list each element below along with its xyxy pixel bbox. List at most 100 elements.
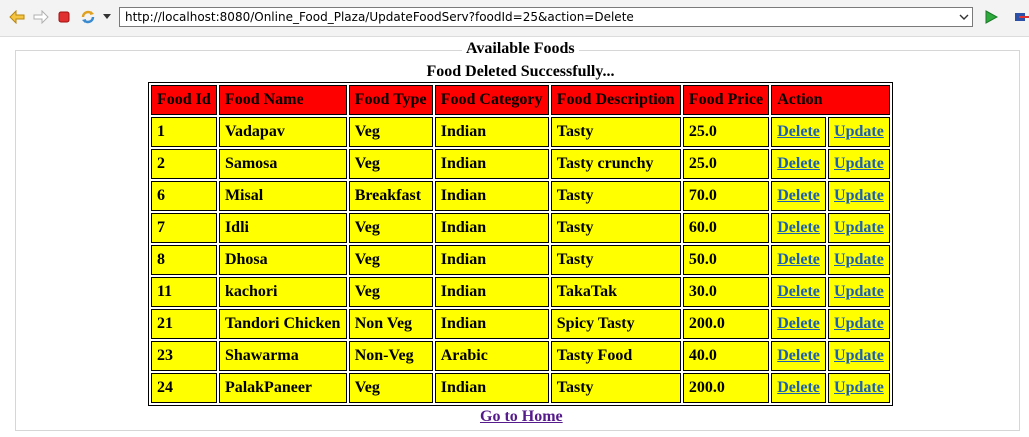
cell-food-price: 25.0 <box>682 117 770 147</box>
update-link[interactable]: Update <box>834 283 884 300</box>
cell-food-price: 200.0 <box>682 309 770 339</box>
cell-food-type: Veg <box>348 373 433 403</box>
cell-food-description: Tasty <box>550 213 681 243</box>
header-food-price: Food Price <box>682 85 770 115</box>
cell-action: Delete <box>771 245 827 275</box>
cell-food-id: 23 <box>151 341 217 371</box>
forward-arrow-icon[interactable] <box>33 9 49 25</box>
table-row: 21 Tandori Chicken Non Veg Indian Spicy Tast… <box>151 309 890 339</box>
cell-food-description: Tasty Food <box>550 341 681 371</box>
cell-action: Delete <box>771 213 827 243</box>
url-dropdown-icon[interactable] <box>955 8 972 26</box>
cell-action: Delete <box>771 373 827 403</box>
cell-food-id: 8 <box>151 245 217 275</box>
delete-link[interactable]: Delete <box>777 155 820 172</box>
table-row: 24 PalakPaneer Veg Indian Tasty 200.0 Delete Up… <box>151 373 890 403</box>
cell-food-category: Indian <box>434 181 549 211</box>
cell-food-name: Dhosa <box>218 245 347 275</box>
cell-food-price: 200.0 <box>682 373 770 403</box>
cell-food-id: 24 <box>151 373 217 403</box>
cell-food-id: 1 <box>151 117 217 147</box>
table-row: 7 Idli Veg Indian Tasty 60.0 Delete Update <box>151 213 890 243</box>
header-action: Action <box>771 85 890 115</box>
header-food-type: Food Type <box>348 85 433 115</box>
cell-food-type: Veg <box>348 117 433 147</box>
url-text: http://localhost:8080/Online_Food_Plaza/… <box>125 10 634 24</box>
cell-food-category: Indian <box>434 373 549 403</box>
cell-food-price: 70.0 <box>682 181 770 211</box>
update-link[interactable]: Update <box>834 347 884 364</box>
cell-food-name: PalakPaneer <box>218 373 347 403</box>
header-food-id: Food Id <box>151 85 217 115</box>
cell-food-category: Indian <box>434 149 549 179</box>
table-row: 6 Misal Breakfast Indian Tasty 70.0 Delete Upda… <box>151 181 890 211</box>
browser-toolbar: http://localhost:8080/Online_Food_Plaza/… <box>0 0 1029 37</box>
table-row: 11 kachori Veg Indian TakaTak 30.0 Delete Updat… <box>151 277 890 307</box>
stop-icon[interactable] <box>56 9 72 25</box>
page-title: Available Foods <box>462 40 579 58</box>
cell-food-name: Samosa <box>218 149 347 179</box>
cell-action: Update <box>828 213 890 243</box>
cell-food-type: Breakfast <box>348 181 433 211</box>
table-row: 8 Dhosa Veg Indian Tasty 50.0 Delete Update <box>151 245 890 275</box>
cell-food-id: 7 <box>151 213 217 243</box>
cell-food-category: Indian <box>434 245 549 275</box>
update-link[interactable]: Update <box>834 315 884 332</box>
cell-food-description: Spicy Tasty <box>550 309 681 339</box>
status-message: Food Deleted Successfully... <box>426 63 615 80</box>
table-row: 1 Vadapav Veg Indian Tasty 25.0 Delete Update <box>151 117 890 147</box>
cell-food-description: Tasty crunchy <box>550 149 681 179</box>
update-link[interactable]: Update <box>834 123 884 140</box>
update-link[interactable]: Update <box>834 187 884 204</box>
delete-link[interactable]: Delete <box>777 219 820 236</box>
cell-action: Delete <box>771 117 827 147</box>
cell-action: Delete <box>771 341 827 371</box>
dropdown-icon[interactable] <box>99 9 115 25</box>
update-link[interactable]: Update <box>834 379 884 396</box>
update-link[interactable]: Update <box>834 219 884 236</box>
cell-food-price: 25.0 <box>682 149 770 179</box>
back-arrow-icon[interactable] <box>9 9 25 25</box>
delete-link[interactable]: Delete <box>777 187 820 204</box>
cell-action: Update <box>828 309 890 339</box>
refresh-icon[interactable] <box>80 9 96 25</box>
page-content: Available Foods Food Deleted Successfull… <box>0 36 1029 437</box>
cell-action: Delete <box>771 149 827 179</box>
update-link[interactable]: Update <box>834 251 884 268</box>
cell-food-id: 2 <box>151 149 217 179</box>
delete-link[interactable]: Delete <box>777 251 820 268</box>
cell-food-category: Indian <box>434 309 549 339</box>
cell-food-name: Idli <box>218 213 347 243</box>
cell-food-name: Tandori Chicken <box>218 309 347 339</box>
cell-food-type: Veg <box>348 149 433 179</box>
delete-link[interactable]: Delete <box>777 123 820 140</box>
cell-action: Update <box>828 373 890 403</box>
update-link[interactable]: Update <box>834 155 884 172</box>
header-food-description: Food Description <box>550 85 681 115</box>
cell-food-type: Veg <box>348 213 433 243</box>
go-icon[interactable] <box>983 9 999 25</box>
delete-link[interactable]: Delete <box>777 347 820 364</box>
cell-action: Update <box>828 117 890 147</box>
cell-food-description: Tasty <box>550 181 681 211</box>
cell-food-price: 40.0 <box>682 341 770 371</box>
cell-food-name: kachori <box>218 277 347 307</box>
delete-link[interactable]: Delete <box>777 379 820 396</box>
cell-action: Update <box>828 245 890 275</box>
cell-food-id: 21 <box>151 309 217 339</box>
cell-action: Update <box>828 277 890 307</box>
cell-food-id: 6 <box>151 181 217 211</box>
cell-food-description: TakaTak <box>550 277 681 307</box>
table-row: 23 Shawarma Non-Veg Arabic Tasty Food 40.0 Del… <box>151 341 890 371</box>
cell-food-price: 60.0 <box>682 213 770 243</box>
delete-link[interactable]: Delete <box>777 315 820 332</box>
cell-food-category: Indian <box>434 277 549 307</box>
go-to-home-link[interactable]: Go to Home <box>480 408 563 426</box>
cell-food-description: Tasty <box>550 373 681 403</box>
header-food-category: Food Category <box>434 85 549 115</box>
cell-food-name: Vadapav <box>218 117 347 147</box>
delete-link[interactable]: Delete <box>777 283 820 300</box>
extension-icon[interactable] <box>1013 9 1029 25</box>
address-bar[interactable]: http://localhost:8080/Online_Food_Plaza/… <box>119 7 973 27</box>
cell-food-description: Tasty <box>550 117 681 147</box>
